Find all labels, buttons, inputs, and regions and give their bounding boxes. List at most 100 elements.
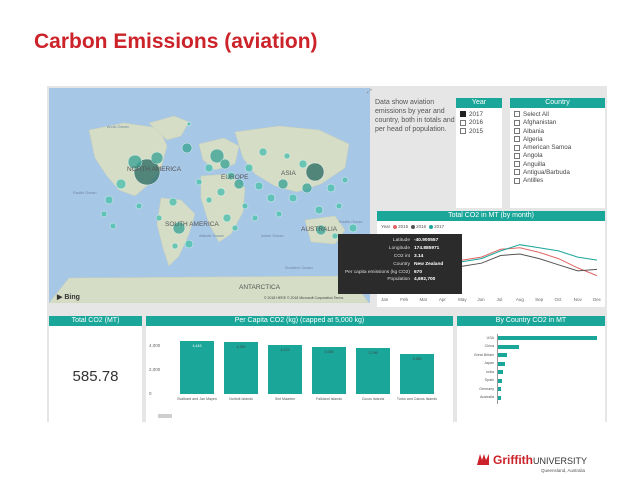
country-bar[interactable] bbox=[497, 336, 597, 340]
emission-bubble bbox=[109, 222, 117, 230]
checkbox-icon[interactable] bbox=[514, 144, 520, 151]
emission-bubble bbox=[204, 163, 214, 173]
country-option[interactable]: Select All bbox=[510, 111, 605, 119]
month-tick-label: Feb bbox=[400, 297, 409, 302]
kpi-title: Total CO2 (MT) bbox=[49, 316, 142, 326]
tooltip-key: Population bbox=[387, 277, 410, 283]
checkbox-icon[interactable] bbox=[514, 119, 520, 126]
checkbox-icon[interactable] bbox=[514, 127, 520, 134]
country-option[interactable]: American Samoa bbox=[510, 144, 605, 152]
emission-bubble bbox=[348, 223, 358, 233]
emission-bubble bbox=[150, 151, 164, 165]
emission-bubble bbox=[222, 213, 232, 223]
bar-value-label: 4,330 bbox=[236, 345, 246, 350]
dashboard: NORTH AMERICA EUROPE ASIA SOUTH AMERICA … bbox=[47, 86, 607, 422]
year-slicer[interactable]: Year 2017 2016 2015 bbox=[456, 98, 502, 208]
tooltip-value: 3.14 bbox=[414, 253, 424, 259]
emission-bubble bbox=[266, 193, 276, 203]
country-option[interactable]: Algeria bbox=[510, 136, 605, 144]
emission-bubble bbox=[277, 178, 289, 190]
emission-bubble bbox=[231, 224, 239, 232]
country-category-label: Australia bbox=[480, 395, 494, 399]
country-option[interactable]: Afghanistan bbox=[510, 119, 605, 127]
country-category-label: Spain bbox=[484, 378, 494, 382]
checkbox-icon[interactable] bbox=[460, 119, 466, 126]
month-tick-label: Mar bbox=[419, 297, 428, 302]
emission-bubble bbox=[241, 202, 249, 210]
month-tick-label: Dec bbox=[593, 297, 602, 302]
emission-bubble bbox=[115, 178, 127, 190]
bing-logo: ▶ Bing bbox=[57, 294, 80, 301]
bar-category-label: Falkland Islands bbox=[316, 397, 342, 401]
per-capita-bar[interactable] bbox=[180, 340, 214, 394]
country-option-label: Select All bbox=[523, 111, 549, 118]
month-tick-label: Jan bbox=[381, 297, 389, 302]
country-bar[interactable] bbox=[497, 387, 502, 391]
per-capita-bar[interactable] bbox=[312, 346, 346, 394]
tooltip-value: 174.885971 bbox=[414, 246, 440, 252]
emission-bubble bbox=[100, 210, 108, 218]
year-option-label: 2016 bbox=[469, 119, 484, 127]
per-capita-bar[interactable] bbox=[268, 344, 302, 394]
world-map[interactable] bbox=[49, 88, 370, 303]
bar-value-label: 3,926 bbox=[324, 349, 334, 354]
map-copyright: © 2018 HERE © 2018 Microsoft Corporation… bbox=[264, 296, 344, 300]
label-pacific-ocean-east: Pacific Ocean bbox=[339, 220, 363, 224]
focus-mode-icon[interactable]: ⤢ bbox=[367, 89, 372, 96]
label-south-america: SOUTH AMERICA bbox=[165, 221, 219, 228]
tooltip-value: -40.900557 bbox=[414, 238, 439, 244]
bar-value-label: 3,796 bbox=[368, 351, 378, 356]
checkbox-icon[interactable] bbox=[514, 161, 520, 168]
bar-category-label: Sint Maarten bbox=[274, 397, 296, 401]
country-bar[interactable] bbox=[497, 353, 507, 357]
country-bar[interactable] bbox=[497, 344, 520, 349]
by-country-bar-chart[interactable]: By Country CO2 in MT USA China Great Brita… bbox=[457, 316, 605, 422]
tooltip-row: Per capita emissions (kg CO2) 670 bbox=[342, 268, 458, 276]
label-asia: ASIA bbox=[281, 170, 296, 177]
country-axis-line bbox=[497, 334, 498, 404]
checkbox-icon[interactable] bbox=[514, 177, 520, 184]
year-option-2016[interactable]: 2016 bbox=[456, 119, 502, 127]
label-pacific-ocean: Pacific Ocean bbox=[73, 191, 97, 195]
y-tick-label: 4,000 bbox=[149, 343, 161, 348]
checkbox-icon[interactable] bbox=[514, 169, 520, 176]
emission-bubble bbox=[195, 178, 203, 186]
country-option[interactable]: Antigua/Barbuda bbox=[510, 169, 605, 177]
tooltip-row: Country New Zealand bbox=[342, 260, 458, 268]
scrollbar[interactable] bbox=[158, 414, 172, 418]
per-capita-bar[interactable] bbox=[224, 342, 258, 394]
country-slicer[interactable]: Country Select All Afghanistan Albania Alge… bbox=[510, 98, 605, 208]
country-option[interactable]: Albania bbox=[510, 128, 605, 136]
emission-bubble bbox=[181, 142, 193, 154]
year-option-2015[interactable]: 2015 bbox=[456, 128, 502, 136]
y-tick-label: 2,000 bbox=[149, 367, 161, 372]
label-atlantic-ocean: Atlantic Ocean bbox=[199, 234, 224, 238]
label-indian-ocean: Indian Ocean bbox=[261, 234, 284, 238]
country-option[interactable]: Angola bbox=[510, 152, 605, 160]
total-co2-card: Total CO2 (MT) 585.78 bbox=[49, 316, 142, 422]
checkbox-icon[interactable] bbox=[460, 127, 466, 134]
map-panel[interactable]: NORTH AMERICA EUROPE ASIA SOUTH AMERICA … bbox=[49, 88, 370, 303]
country-bar[interactable] bbox=[497, 361, 505, 366]
emission-bubble bbox=[288, 193, 298, 203]
checkbox-icon[interactable] bbox=[514, 152, 520, 159]
emission-bubble bbox=[251, 214, 259, 222]
emission-bubble bbox=[135, 202, 143, 210]
country-option-label: Afghanistan bbox=[523, 119, 557, 127]
year-option-2017[interactable]: 2017 bbox=[456, 111, 502, 119]
country-option[interactable]: Anguilla bbox=[510, 161, 605, 169]
checkbox-icon[interactable] bbox=[514, 111, 520, 118]
country-option[interactable]: Antilles bbox=[510, 177, 605, 185]
country-bar[interactable] bbox=[497, 378, 502, 383]
emission-bubble bbox=[168, 197, 178, 207]
country-bar[interactable] bbox=[497, 370, 504, 374]
bar-category-label: Norfolk Islands bbox=[229, 397, 253, 401]
label-arctic-ocean: Arctic Ocean bbox=[107, 125, 129, 129]
checkbox-icon[interactable] bbox=[514, 136, 520, 143]
emission-bubble bbox=[341, 176, 349, 184]
country-option-label: Anguilla bbox=[523, 160, 546, 168]
per-capita-bar-chart[interactable]: Per Capita CO2 (kg) (capped at 5,000 kg)… bbox=[146, 316, 453, 422]
country-category-label: USA bbox=[486, 335, 494, 340]
checkbox-icon[interactable] bbox=[460, 111, 466, 118]
month-tick-label: Jul bbox=[496, 297, 503, 302]
